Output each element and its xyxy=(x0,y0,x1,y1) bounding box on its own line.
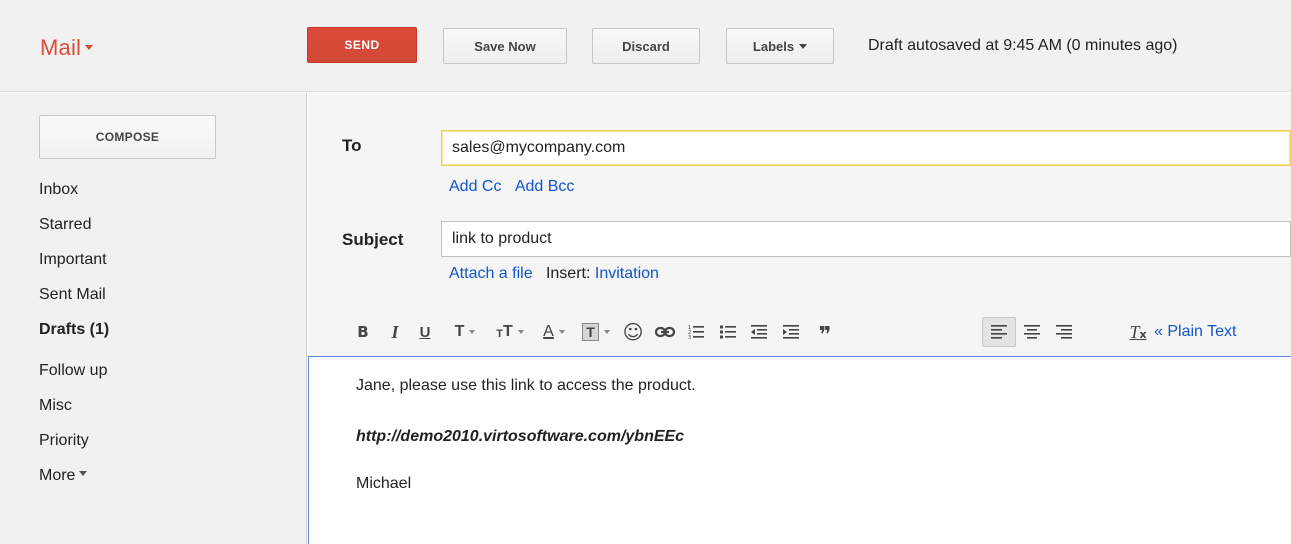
invitation-link[interactable]: Invitation xyxy=(595,265,659,282)
sidebar-nav: Inbox Starred Important Sent Mail Drafts… xyxy=(39,180,289,501)
emoji-icon: ☺ xyxy=(622,320,644,344)
sidebar-item-more-label: More xyxy=(39,467,76,484)
align-center-button[interactable] xyxy=(1021,317,1043,347)
to-label: To xyxy=(342,136,362,155)
remove-formatting-button[interactable]: Tx xyxy=(1126,317,1150,347)
indent-less-icon xyxy=(751,325,767,339)
bold-button[interactable]: B xyxy=(354,317,372,347)
emoji-button[interactable]: ☺ xyxy=(622,317,644,347)
insert-link-button[interactable] xyxy=(654,317,676,347)
italic-button[interactable]: I xyxy=(386,317,404,347)
sidebar-item-follow-up[interactable]: Follow up xyxy=(39,361,289,396)
text-color-icon: A xyxy=(543,323,554,340)
chevron-down-icon xyxy=(799,43,808,49)
formatting-toolbar: B I U T TT A T ☺ 123 ❞ Tx « Plain Text xyxy=(308,313,1291,351)
text-color-button[interactable]: A xyxy=(536,317,572,347)
chevron-down-icon xyxy=(79,471,88,477)
subject-field[interactable]: link to product xyxy=(441,221,1291,257)
indent-less-button[interactable] xyxy=(749,317,769,347)
numbered-list-icon: 123 xyxy=(688,325,704,340)
sidebar-item-more[interactable]: More xyxy=(39,466,289,501)
align-right-icon xyxy=(1056,325,1072,339)
body-signature: Michael xyxy=(356,475,412,492)
align-left-button[interactable] xyxy=(982,317,1016,347)
highlight-color-button[interactable]: T xyxy=(578,317,614,347)
align-left-icon xyxy=(991,325,1007,339)
dropdown-icon xyxy=(517,330,524,334)
sidebar-item-sent-mail[interactable]: Sent Mail xyxy=(39,285,289,320)
bold-icon: B xyxy=(357,323,369,341)
bulleted-list-button[interactable] xyxy=(718,317,738,347)
numbered-list-button[interactable]: 123 xyxy=(686,317,706,347)
body-url: http://demo2010.virtosoftware.com/ybnEEc xyxy=(356,428,685,445)
compose-button[interactable]: COMPOSE xyxy=(39,115,216,159)
font-family-button[interactable]: T xyxy=(448,317,482,347)
compose-area: To sales@mycompany.com Add Cc Add Bcc Su… xyxy=(308,93,1291,544)
to-field[interactable]: sales@mycompany.com xyxy=(441,130,1291,166)
svg-text:3: 3 xyxy=(688,335,691,340)
discard-button[interactable]: Discard xyxy=(592,28,700,64)
add-bcc-link[interactable]: Add Bcc xyxy=(515,178,575,195)
top-bar: Mail SEND Save Now Discard Labels Draft … xyxy=(0,0,1291,92)
sidebar-item-important[interactable]: Important xyxy=(39,250,289,285)
font-icon: T xyxy=(454,323,465,340)
insert-label: Insert: xyxy=(545,265,591,282)
add-cc-link[interactable]: Add Cc xyxy=(449,178,501,195)
dropdown-icon xyxy=(469,330,476,334)
link-icon xyxy=(655,326,675,338)
sidebar-item-priority[interactable]: Priority xyxy=(39,431,289,466)
quote-icon: ❞ xyxy=(818,322,832,348)
sidebar-item-drafts[interactable]: Drafts (1) xyxy=(39,320,289,355)
font-size-small-icon: T xyxy=(496,328,503,340)
dropdown-icon xyxy=(603,330,610,334)
indent-more-icon xyxy=(783,325,799,339)
app-title: Mail xyxy=(40,35,82,60)
bulleted-list-icon xyxy=(720,325,736,339)
align-center-icon xyxy=(1024,325,1040,339)
cc-bcc-links: Add Cc Add Bcc xyxy=(449,178,574,196)
mail-menu[interactable]: Mail xyxy=(40,35,94,61)
labels-button-label: Labels xyxy=(752,38,795,54)
body-line: Jane, please use this link to access the… xyxy=(356,377,696,394)
sidebar-item-misc[interactable]: Misc xyxy=(39,396,289,431)
message-body-editor[interactable]: Jane, please use this link to access the… xyxy=(308,356,1291,544)
align-right-button[interactable] xyxy=(1053,317,1075,347)
highlight-icon: T xyxy=(582,323,599,341)
subject-field-value: link to product xyxy=(452,230,552,247)
subject-label: Subject xyxy=(342,230,404,249)
save-now-button[interactable]: Save Now xyxy=(443,28,567,64)
sidebar-item-starred[interactable]: Starred xyxy=(39,215,289,250)
chevron-down-icon xyxy=(85,44,94,50)
plain-text-link[interactable]: « Plain Text xyxy=(1154,323,1236,341)
italic-icon: I xyxy=(391,321,399,342)
indent-more-button[interactable] xyxy=(781,317,801,347)
attach-file-link[interactable]: Attach a file xyxy=(449,265,533,282)
send-button[interactable]: SEND xyxy=(307,27,417,63)
font-size-icon: T xyxy=(502,323,513,340)
quote-button[interactable]: ❞ xyxy=(814,317,836,348)
underline-button[interactable]: U xyxy=(416,317,434,347)
to-field-value: sales@mycompany.com xyxy=(452,139,626,156)
sidebar-item-inbox[interactable]: Inbox xyxy=(39,180,289,215)
autosave-status: Draft autosaved at 9:45 AM (0 minutes ag… xyxy=(868,37,1178,54)
dropdown-icon xyxy=(558,330,565,334)
underline-icon: U xyxy=(419,323,431,341)
attach-insert-links: Attach a file Insert: Invitation xyxy=(449,265,659,283)
remove-formatting-icon: Tx xyxy=(1129,321,1147,342)
font-size-button[interactable]: TT xyxy=(490,317,530,347)
sidebar: COMPOSE Inbox Starred Important Sent Mai… xyxy=(0,93,307,544)
labels-button[interactable]: Labels xyxy=(726,28,834,64)
